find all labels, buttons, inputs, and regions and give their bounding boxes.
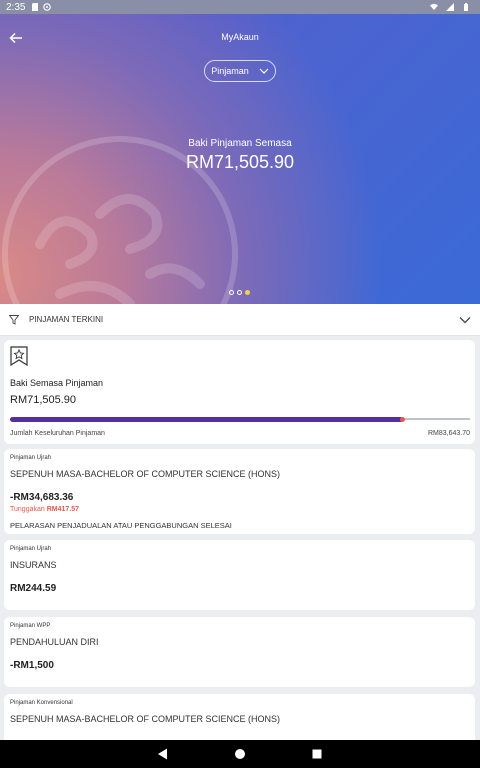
loan-arrears: Tunggakan RM417.57 — [10, 506, 79, 513]
loan-name: SEPENUH MASA-BACHELOR OF COMPUTER SCIENC… — [10, 469, 281, 479]
loan-amount: RM244.59 — [10, 583, 57, 594]
chevron-down-icon — [259, 68, 269, 74]
filter-icon[interactable] — [9, 314, 19, 325]
wifi-icon — [430, 3, 438, 10]
loan-status: PELARASAN PENJADUALAN ATAU PENGGABUNGAN … — [10, 521, 232, 530]
dropdown-value: Pinjaman — [211, 66, 249, 76]
nav-home-icon[interactable] — [233, 747, 247, 761]
system-nav-bar — [0, 740, 480, 768]
status-time: 2:35 — [6, 1, 26, 13]
nav-back-icon[interactable] — [156, 747, 170, 761]
battery-icon — [464, 3, 468, 11]
total-loan-value: RM83,643.70 — [427, 430, 470, 437]
loan-amount: -RM1,500 — [10, 660, 54, 671]
arrears-value: RM417.57 — [46, 506, 80, 513]
loan-type: Pinjaman WPP — [10, 623, 51, 629]
carousel-pager[interactable] — [229, 290, 250, 295]
status-bar: 2:35 — [0, 0, 480, 14]
account-hero: MyAkaun Pinjaman Baki Pinjaman Semasa RM… — [0, 14, 480, 304]
repayment-progress-marker — [400, 417, 405, 422]
summary-balance-label: Baki Semasa Pinjaman — [10, 378, 104, 388]
loan-amount: -RM34,683.36 — [10, 492, 74, 503]
loan-name: PENDAHULUAN DIRI — [10, 637, 99, 647]
loan-item-card[interactable]: Pinjaman Ujrah SEPENUH MASA-BACHELOR OF … — [4, 449, 475, 534]
current-balance-value: RM71,505.90 — [185, 152, 295, 172]
loan-type: Pinjaman Konvensional — [10, 700, 73, 706]
page-title: MyAkaun — [221, 32, 259, 42]
loan-name: SEPENUH MASA-BACHELOR OF COMPUTER SCIENC… — [10, 714, 281, 724]
loan-item-card[interactable]: Pinjaman Ujrah INSURANS RM244.59 — [4, 540, 475, 610]
sd-card-icon — [32, 3, 39, 11]
nav-recents-icon[interactable] — [310, 747, 324, 761]
loan-name: INSURANS — [10, 560, 57, 570]
sync-icon — [43, 3, 52, 11]
repayment-progress-fill — [10, 417, 403, 422]
bookmark-star-icon — [10, 346, 28, 366]
summary-balance-value: RM71,505.90 — [10, 394, 77, 406]
pager-dot-active[interactable] — [245, 290, 250, 295]
loan-item-card[interactable]: Pinjaman WPP PENDAHULUAN DIRI -RM1,500 — [4, 617, 475, 687]
chevron-down-icon[interactable] — [459, 316, 471, 324]
current-balance-label: Baki Pinjaman Semasa — [188, 138, 292, 149]
calligraphy-watermark-icon — [2, 136, 238, 304]
pager-dot[interactable] — [229, 290, 234, 295]
loan-type: Pinjaman Ujrah — [10, 455, 52, 461]
loan-filter-bar[interactable]: PINJAMAN TERKINI — [0, 304, 480, 336]
loan-type: Pinjaman Ujrah — [10, 546, 52, 552]
arrears-label: Tunggakan — [10, 506, 45, 513]
total-loan-label: Jumlah Keseluruhan Pinjaman — [10, 430, 105, 437]
account-type-dropdown[interactable]: Pinjaman — [204, 60, 276, 82]
pager-dot[interactable] — [237, 290, 242, 295]
signal-icon — [446, 3, 454, 11]
filter-label: PINJAMAN TERKINI — [29, 315, 104, 324]
loan-summary-card: Baki Semasa Pinjaman RM71,505.90 Jumlah … — [4, 340, 475, 444]
